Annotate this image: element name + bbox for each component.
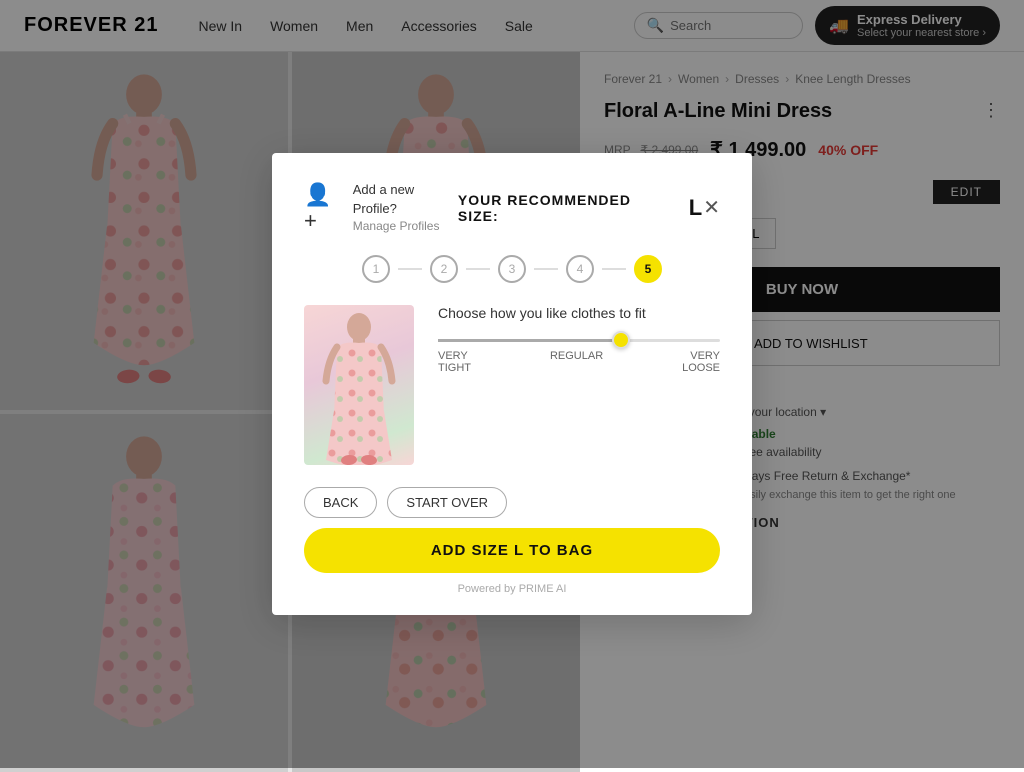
manage-profiles-link[interactable]: Manage Profiles <box>353 218 458 235</box>
slider-label-very-loose-1: VERY <box>682 350 720 362</box>
step-5: 5 <box>634 255 662 283</box>
add-profile-line1[interactable]: Add a new Profile? <box>353 181 458 217</box>
slider-fill <box>438 339 621 342</box>
step-indicator: 1 2 3 4 5 <box>304 255 720 283</box>
modal-nav-buttons: BACK START OVER <box>304 487 720 518</box>
back-button[interactable]: BACK <box>304 487 377 518</box>
modal-product-thumbnail <box>304 305 414 465</box>
fit-slider[interactable]: VERY TIGHT REGULAR VERY LOOSE <box>438 339 720 374</box>
slider-label-very-loose-2: LOOSE <box>682 362 720 374</box>
step-line-4 <box>602 268 626 270</box>
modal-header: 👤+ Add a new Profile? Manage Profiles YO… <box>304 181 720 234</box>
step-line-2 <box>466 268 490 270</box>
recommended-size-label: YOUR RECOMMENDED SIZE: L <box>458 192 703 224</box>
powered-by: Powered by PRIME AI <box>304 583 720 595</box>
modal-content-row: Choose how you like clothes to fit VERY … <box>304 305 720 465</box>
slider-label-regular: REGULAR <box>550 350 603 362</box>
step-2: 2 <box>430 255 458 283</box>
modal-footer: BACK START OVER ADD SIZE L TO BAG <box>304 485 720 573</box>
slider-track <box>438 339 720 342</box>
slider-label-very-tight-2: TIGHT <box>438 362 471 374</box>
modal-close-button[interactable]: ✕ <box>703 198 720 218</box>
modal-product-image-inner <box>304 305 414 465</box>
step-1: 1 <box>362 255 390 283</box>
fit-section: Choose how you like clothes to fit VERY … <box>438 305 720 465</box>
step-3: 3 <box>498 255 526 283</box>
add-profile-icon: 👤+ <box>304 182 343 234</box>
add-to-bag-button[interactable]: ADD SIZE L TO BAG <box>304 528 720 573</box>
slider-thumb[interactable] <box>612 331 630 349</box>
slider-labels: VERY TIGHT REGULAR VERY LOOSE <box>438 350 720 374</box>
slider-label-very-tight-1: VERY <box>438 350 471 362</box>
fit-label: Choose how you like clothes to fit <box>438 305 720 321</box>
step-line-3 <box>534 268 558 270</box>
step-line-1 <box>398 268 422 270</box>
size-recommendation-modal: 👤+ Add a new Profile? Manage Profiles YO… <box>272 153 752 614</box>
recommended-size-value: L <box>689 195 703 221</box>
start-over-button[interactable]: START OVER <box>387 487 507 518</box>
modal-header-left: 👤+ Add a new Profile? Manage Profiles <box>304 181 458 234</box>
step-4: 4 <box>566 255 594 283</box>
modal-overlay: 👤+ Add a new Profile? Manage Profiles YO… <box>0 0 1024 768</box>
